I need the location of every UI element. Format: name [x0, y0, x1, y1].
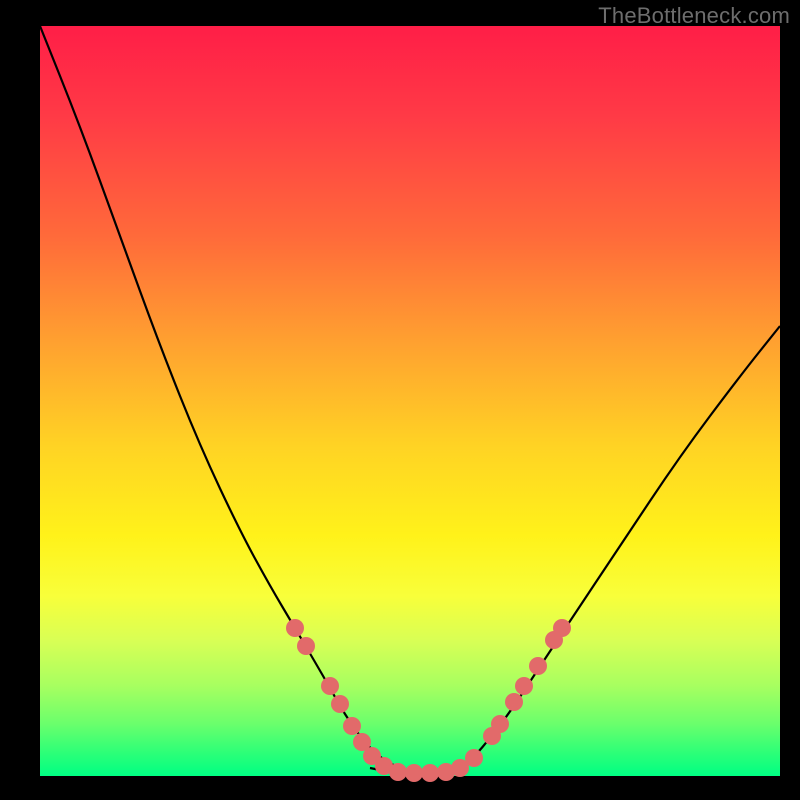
curve-group — [40, 26, 780, 772]
plot-area — [40, 26, 780, 776]
data-marker — [529, 657, 547, 675]
marker-group — [286, 619, 571, 782]
data-marker — [505, 693, 523, 711]
data-marker — [491, 715, 509, 733]
data-marker — [331, 695, 349, 713]
data-marker — [515, 677, 533, 695]
data-marker — [553, 619, 571, 637]
chart-frame: TheBottleneck.com — [0, 0, 800, 800]
data-marker — [297, 637, 315, 655]
data-marker — [321, 677, 339, 695]
chart-svg — [40, 26, 780, 776]
watermark-text: TheBottleneck.com — [598, 3, 790, 29]
data-marker — [405, 764, 423, 782]
curve-left-branch — [40, 26, 400, 768]
data-marker — [421, 764, 439, 782]
data-marker — [343, 717, 361, 735]
data-marker — [286, 619, 304, 637]
data-marker — [389, 763, 407, 781]
data-marker — [465, 749, 483, 767]
